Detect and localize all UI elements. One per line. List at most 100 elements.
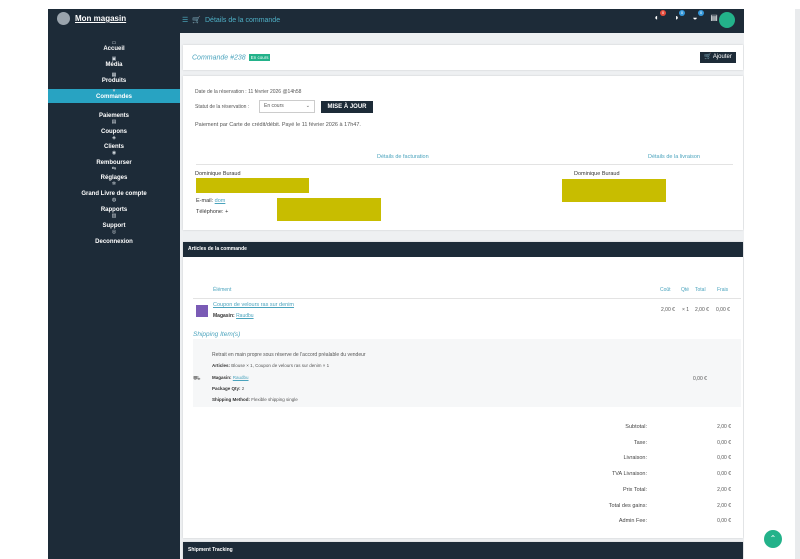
billing-name: Dominique Buraud <box>195 171 241 177</box>
book-icon: ◍ <box>111 197 117 203</box>
phone-label: Téléphone: <box>196 209 224 215</box>
product-link[interactable]: Coupon de velours ras sur denim <box>213 302 294 308</box>
sidebar: ▭ Accueil ▣ Média ▦ Produits ▾ Commandes Pai… <box>48 33 180 559</box>
product-cost: 2,00 € <box>661 307 675 313</box>
ship-articles-label: Articles: <box>212 363 231 368</box>
col-total: Total <box>695 287 706 293</box>
sidebar-item-deconnexion[interactable]: Deconnexion <box>48 239 180 246</box>
product-thumbnail <box>196 305 208 317</box>
menu-toggle-icon[interactable]: ☰ <box>182 16 188 24</box>
sidebar-item-clients[interactable]: Clients ◉ <box>48 144 180 156</box>
scrollbar-track[interactable] <box>795 9 800 559</box>
shipment-tracking-card: Shipment Tracking <box>183 542 743 559</box>
subtotal-value: 2,00 € <box>717 424 731 430</box>
tax-value: 0,00 € <box>717 440 731 446</box>
product-store-label: Magasin: <box>213 313 235 319</box>
store-avatar-icon <box>57 12 70 25</box>
product-total: 2,00 € <box>695 307 709 313</box>
ship-store-label: Magasin: <box>212 375 232 380</box>
items-header: Articles de la commande <box>183 242 743 257</box>
shipping-vat-label: TVA Livraison: <box>611 471 647 477</box>
sidebar-item-reglages[interactable]: Réglages ✲ <box>48 175 180 187</box>
shipping-label: Livraison: <box>623 455 647 461</box>
top-bar: Mon magasin ☰ 🛒 Détails de la commande ◐… <box>48 9 744 33</box>
sidebar-item-rapports[interactable]: Rapports ▥ <box>48 207 180 219</box>
cart-badge: 0 <box>698 10 704 16</box>
user-avatar[interactable] <box>719 12 735 28</box>
order-title: Commande #238 <box>192 54 246 62</box>
shipping-name: Dominique Buraud <box>574 171 620 177</box>
truck-icon: ⛟ <box>193 376 201 382</box>
shipping-item-box: Retrait en main propre sous réserve de l… <box>193 339 741 407</box>
status-select[interactable]: En cours ⌄ <box>259 100 315 113</box>
sidebar-item-accueil[interactable]: ▭ Accueil <box>48 41 180 53</box>
email-link[interactable]: dom <box>215 198 226 204</box>
shipping-title: Détails de la livraison <box>648 154 700 160</box>
store-name: Mon magasin <box>75 14 127 23</box>
shipping-vat-value: 0,00 € <box>717 471 731 477</box>
wallet-icon: ▤ <box>111 119 117 125</box>
billing-title: Détails de facturation <box>377 154 429 160</box>
update-button[interactable]: MISE À JOUR <box>321 101 373 113</box>
bell-icon[interactable]: ◐ 0 <box>652 10 666 23</box>
sidebar-item-produits[interactable]: ▦ Produits <box>48 73 180 85</box>
shipping-description: Retrait en main propre sous réserve de l… <box>212 352 366 358</box>
scroll-top-button[interactable]: ⌃ <box>764 530 782 548</box>
ship-method-value: Flexible shipping single <box>251 397 298 402</box>
ship-method-label: Shipping Method: <box>212 397 250 402</box>
cart-notify-icon[interactable]: ◒ 0 <box>690 10 704 23</box>
sidebar-item-paiements[interactable]: Paiements ▤ <box>48 113 180 125</box>
phone-value: + <box>225 209 229 215</box>
gift-icon: ◈ <box>112 135 116 141</box>
sidebar-item-grand-livre[interactable]: Grand Livre de compte ◍ <box>48 191 180 203</box>
chevron-up-icon: ⌃ <box>769 534 777 543</box>
status-badge: En cours <box>248 54 271 61</box>
tax-label: Taxe: <box>633 440 647 446</box>
sidebar-item-rembourser[interactable]: Rembourser ⇆ <box>48 160 180 172</box>
topbar-icons: ◐ 0 ◑ 0 ◒ 0 ▤ <box>652 10 719 23</box>
shipping-value: 0,00 € <box>717 455 731 461</box>
user-icon: ◉ <box>111 150 117 156</box>
status-label: Statut de la réservation : <box>195 104 250 110</box>
app-frame: Mon magasin ☰ 🛒 Détails de la commande ◐… <box>48 9 744 559</box>
ship-store-link[interactable]: Raudbu <box>233 375 249 380</box>
chevron-down-icon: ⌄ <box>305 103 310 109</box>
divider <box>193 298 741 299</box>
col-qty: Qté <box>681 287 690 293</box>
sidebar-item-commandes[interactable]: ▾ Commandes <box>48 89 180 103</box>
tracking-header: Shipment Tracking <box>188 547 233 553</box>
earnings-value: 2,00 € <box>717 503 731 509</box>
cart-icon: 🛒 <box>192 17 201 24</box>
col-item: Élément <box>213 287 232 293</box>
col-cost: Coût <box>660 287 671 293</box>
product-qty: × 1 <box>682 307 690 313</box>
redacted-shipping-address <box>562 179 666 202</box>
support-icon: ◎ <box>111 229 117 235</box>
total-price-label: Prix Total: <box>622 487 647 493</box>
col-taxes: Frais <box>717 287 729 293</box>
total-price-value: 2,00 € <box>717 487 731 493</box>
subtotal-label: Subtotal: <box>625 424 647 430</box>
divider <box>196 164 733 165</box>
order-title-card: Commande #238 En cours 🛒 Ajouter <box>183 45 743 70</box>
admin-fee-value: 0,00 € <box>717 518 731 524</box>
shipping-items-title: Shipping Item(s) <box>193 331 241 338</box>
page-title: Détails de la commande <box>205 16 281 24</box>
notification-badge: 0 <box>660 10 666 16</box>
ship-qty-value: 2 <box>241 386 245 391</box>
redacted-billing-address <box>196 178 309 193</box>
sidebar-item-coupons[interactable]: Coupons ◈ <box>48 129 180 141</box>
order-items-card: Articles de la commande Élément Coût Qté… <box>183 242 743 538</box>
reservation-date: Date de la réservation : 11 février 2026… <box>195 89 302 95</box>
add-button[interactable]: 🛒 Ajouter <box>700 52 736 63</box>
brand[interactable]: Mon magasin <box>57 12 126 25</box>
sidebar-item-support[interactable]: Support ◎ <box>48 223 180 235</box>
product-store-link[interactable]: Raudbu <box>236 313 254 319</box>
message-icon[interactable]: ◑ 0 <box>671 10 685 23</box>
archive-icon[interactable]: ▤ <box>709 13 719 23</box>
sidebar-item-media[interactable]: ▣ Média <box>48 57 180 69</box>
redacted-contact <box>277 198 381 221</box>
refund-icon: ⇆ <box>111 166 117 172</box>
order-details-card: Date de la réservation : 11 février 2026… <box>183 76 743 230</box>
product-tax: 0,00 € <box>716 307 730 313</box>
